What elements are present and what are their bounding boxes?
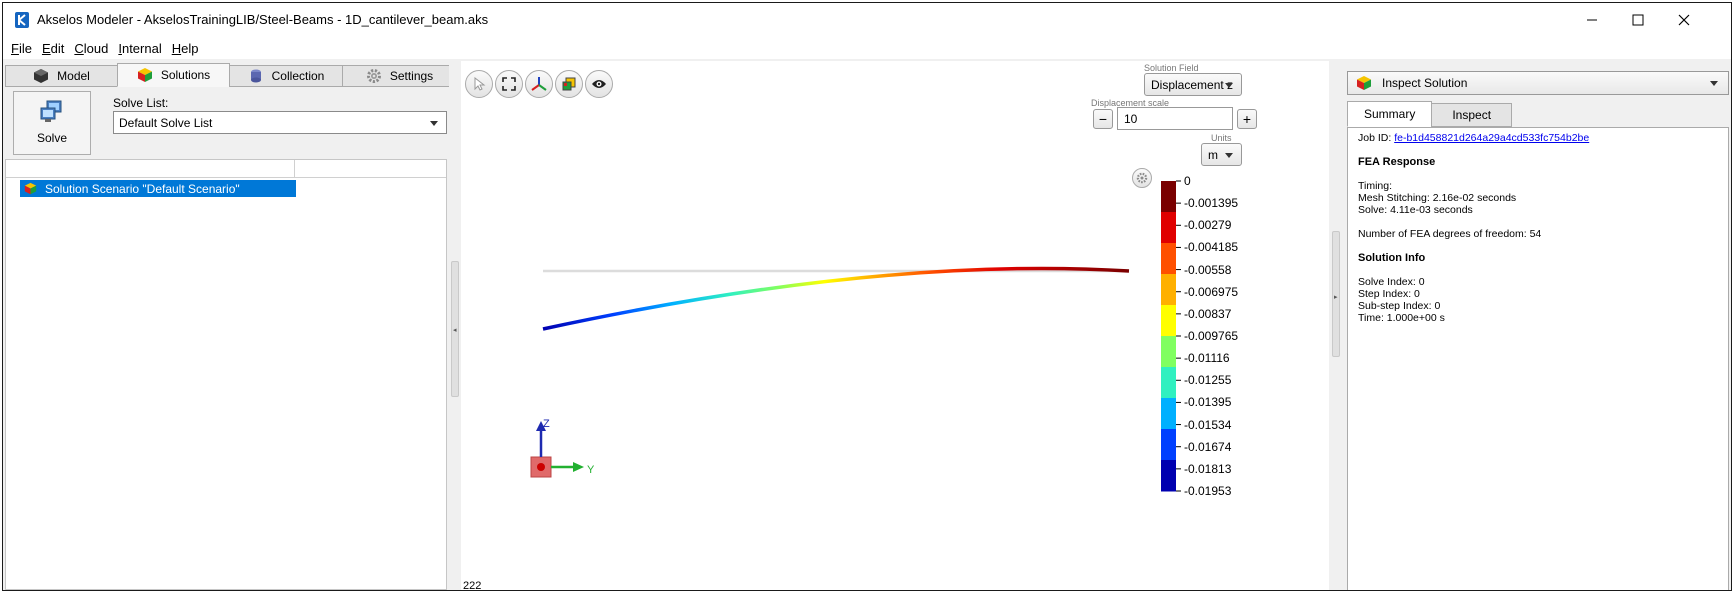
colorbar-tick-label: -0.004185 (1184, 240, 1239, 255)
viewport-corner-text: 222 (463, 580, 482, 591)
deformed-beam[interactable] (542, 266, 1130, 331)
axis-triad (530, 421, 584, 478)
close-button[interactable] (1661, 3, 1707, 37)
colorbar-band (1161, 181, 1176, 213)
solutions-icon (137, 68, 152, 82)
solve-list-select[interactable]: Default Solve List (113, 111, 447, 134)
akselos-logo-icon (15, 12, 29, 28)
tab-model[interactable]: Model (5, 65, 118, 87)
menu-file[interactable]: File (11, 41, 32, 56)
colorbar-tick-label: -0.01395 (1184, 395, 1232, 410)
inspect-panel: Inspect Solution Summary Inspect Job ID:… (1343, 61, 1731, 590)
collapse-left-icon[interactable]: ◂ (453, 326, 457, 334)
tab-inspect[interactable]: Inspect (1431, 103, 1513, 127)
collection-icon (250, 69, 261, 83)
solution-tree: Solution Scenario "Default Scenario" (5, 159, 447, 590)
colorbar-tick-label: 0 (1184, 174, 1191, 188)
colorbar-band (1161, 367, 1176, 399)
main-tabs: Model Solutions Collection Settings (5, 63, 457, 87)
app-window: Akselos Modeler - AkselosTrainingLIB/Ste… (2, 2, 1732, 591)
window-title: Akselos Modeler - AkselosTrainingLIB/Ste… (37, 12, 489, 27)
tab-summary[interactable]: Summary (1347, 101, 1433, 127)
mesh-stitching-time: Mesh Stitching: 2.16e-02 seconds (1358, 192, 1517, 204)
colorbar-tick-label: -0.00837 (1184, 306, 1232, 321)
cube-icon (34, 69, 49, 83)
menu-internal[interactable]: Internal (118, 41, 161, 56)
gear-icon (366, 69, 381, 83)
summary-content: Job ID: fe-b1d458821d264a29a4cd533fc754b… (1347, 127, 1729, 590)
tree-item-default-scenario[interactable]: Solution Scenario "Default Scenario" (20, 180, 296, 197)
solve-button-label: Solve (36, 131, 68, 145)
tab-settings[interactable]: Settings (342, 65, 457, 87)
collapse-right-icon[interactable]: ▸ (1334, 293, 1338, 301)
colorbar-tick-label: -0.01813 (1184, 461, 1232, 476)
chevron-down-icon (1710, 81, 1718, 86)
title-bar: Akselos Modeler - AkselosTrainingLIB/Ste… (3, 3, 1731, 37)
solution-time: Time: 1.000e+00 s (1358, 312, 1445, 324)
solve-time: Solve: 4.11e-03 seconds (1358, 204, 1473, 216)
solutions-icon (1357, 76, 1371, 90)
colorbar-band (1161, 398, 1176, 430)
inspect-tabs: Summary Inspect (1347, 101, 1513, 127)
inspect-mode-select[interactable]: Inspect Solution (1347, 71, 1729, 95)
colorbar-tick-label: -0.00558 (1184, 262, 1232, 277)
colorbar-tick-label: -0.01255 (1184, 373, 1232, 388)
colorbar-band (1161, 243, 1176, 275)
right-splitter[interactable]: ▸ (1329, 61, 1343, 590)
timing-label: Timing: (1358, 180, 1393, 192)
job-id-line: Job ID: fe-b1d458821d264a29a4cd533fc754b… (1358, 132, 1590, 144)
menu-help[interactable]: Help (172, 41, 199, 56)
solve-list-label: Solve List: (113, 96, 169, 110)
maximize-icon (1632, 14, 1644, 26)
colorbar-tick-label: -0.01116 (1184, 351, 1230, 366)
colorbar-tick-label: -0.01953 (1184, 484, 1232, 498)
axis-z-label: Z (543, 418, 550, 430)
substep-index: Sub-step Index: 0 (1358, 300, 1441, 312)
colorbar (1161, 180, 1181, 492)
chevron-down-icon (430, 121, 438, 126)
left-panel: Model Solutions Collection Settings Solv… (3, 61, 457, 590)
menu-edit[interactable]: Edit (42, 41, 64, 56)
computers-icon (40, 100, 62, 122)
solutions-icon (24, 182, 37, 195)
colorbar-tick-label: -0.01674 (1184, 439, 1232, 454)
colorbar-band (1161, 305, 1176, 337)
tab-collection[interactable]: Collection (229, 65, 343, 87)
solution-info-heading: Solution Info (1358, 252, 1426, 264)
colorbar-band (1161, 274, 1176, 306)
beam-scene (530, 180, 1181, 492)
colorbar-tick-label: -0.006975 (1184, 284, 1239, 299)
colorbar-tick-label: -0.001395 (1184, 196, 1239, 211)
solve-button[interactable]: Solve (13, 91, 91, 155)
step-index: Step Index: 0 (1358, 288, 1420, 300)
colorbar-tick-label: -0.01534 (1184, 417, 1232, 432)
tab-solutions[interactable]: Solutions (117, 63, 230, 87)
colorbar-tick-label: -0.00279 (1184, 218, 1232, 233)
colorbar-band (1161, 460, 1176, 492)
job-id-link[interactable]: fe-b1d458821d264a29a4cd533fc754b2be (1394, 132, 1589, 144)
axis-y-label: Y (587, 464, 595, 476)
colorbar-band (1161, 212, 1176, 244)
3d-viewport[interactable]: Solution Field Displacement z Displaceme… (461, 61, 1329, 591)
solve-index: Solve Index: 0 (1358, 276, 1425, 288)
maximize-button[interactable] (1615, 3, 1661, 37)
left-splitter[interactable]: ◂ (449, 61, 461, 590)
minimize-icon (1587, 19, 1597, 21)
colorbar-tick-label: -0.009765 (1184, 329, 1239, 343)
tree-header (6, 160, 446, 178)
dof-count: Number of FEA degrees of freedom: 54 (1358, 228, 1542, 240)
close-icon (1678, 14, 1690, 26)
minimize-button[interactable] (1569, 3, 1615, 37)
menu-cloud[interactable]: Cloud (74, 41, 108, 56)
colorbar-band (1161, 336, 1176, 368)
menu-bar: File Edit Cloud Internal Help (3, 37, 1731, 59)
colorbar-band (1161, 429, 1176, 461)
fea-response-heading: FEA Response (1358, 156, 1436, 168)
